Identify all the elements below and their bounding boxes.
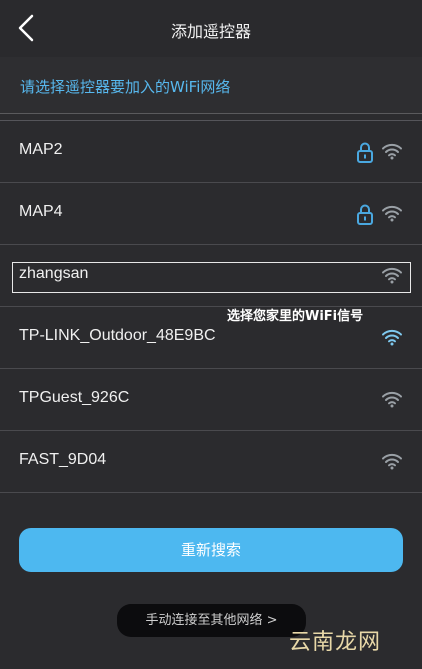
wifi-signal-icon [382, 453, 402, 470]
wifi-network-row-selected[interactable]: zhangsan [0, 245, 422, 307]
annotation-hint-text: 选择您家里的WiFi信号 [227, 309, 364, 324]
wifi-network-row[interactable]: TPGuest_926C [0, 369, 422, 431]
watermark-text: 云南龙网 [289, 630, 382, 655]
wifi-ssid: TP-LINK_Outdoor_48E9BC [19, 327, 216, 344]
wifi-signal-icon [382, 267, 402, 284]
wifi-network-row[interactable]: FAST_9D04 [0, 431, 422, 493]
header-bar: 添加遥控器 [0, 0, 422, 57]
wifi-ssid: TPGuest_926C [19, 389, 130, 406]
lock-icon [357, 204, 373, 225]
wifi-ssid: FAST_9D04 [19, 451, 107, 468]
wifi-ssid: zhangsan [19, 265, 89, 282]
instruction-text: 请选择遥控器要加入的WiFi网络 [20, 78, 231, 96]
instruction-area: 请选择遥控器要加入的WiFi网络 [0, 57, 422, 114]
wifi-ssid: MAP2 [19, 141, 63, 158]
manual-connect-link[interactable]: 手动连接至其他网络 > [117, 604, 306, 637]
wifi-signal-icon [382, 205, 402, 222]
wifi-ssid: MAP4 [19, 203, 63, 220]
wifi-signal-icon [382, 329, 402, 346]
wifi-signal-icon [382, 143, 402, 160]
wifi-network-row[interactable]: MAP2 [0, 121, 422, 183]
wifi-network-row[interactable]: MAP4 [0, 183, 422, 245]
refresh-search-button[interactable]: 重新搜索 [19, 528, 403, 572]
lock-icon [357, 142, 373, 163]
page-title: 添加遥控器 [170, 22, 251, 41]
wifi-signal-icon [382, 391, 402, 408]
